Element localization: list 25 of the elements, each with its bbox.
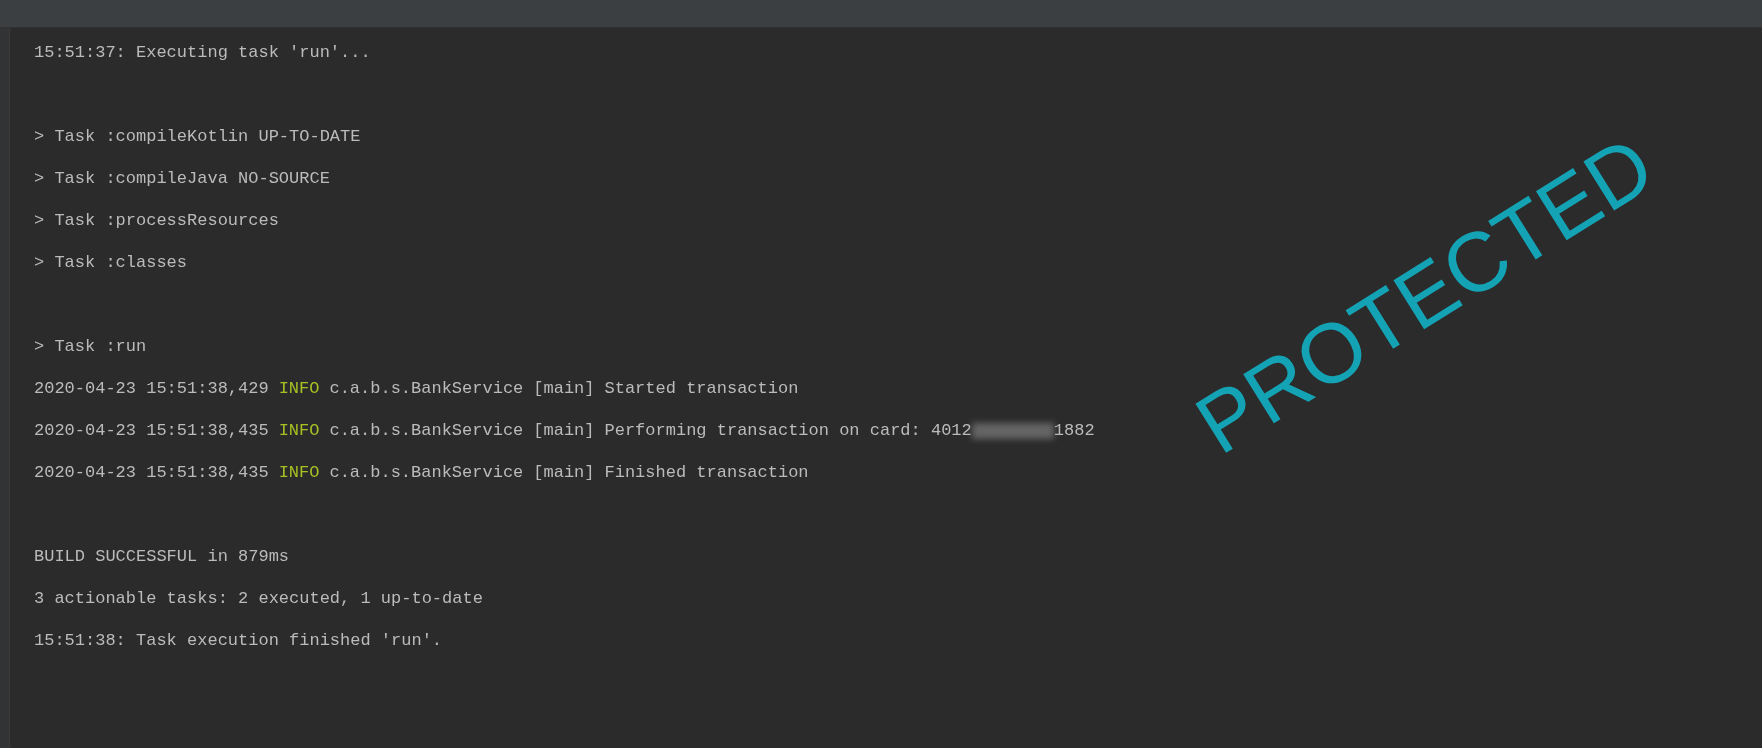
log-level: INFO bbox=[278, 420, 320, 442]
logger-name: c.a.b.s.BankService bbox=[329, 462, 524, 484]
console-line: > Task :classes bbox=[34, 252, 188, 274]
log-message: Finished transaction bbox=[604, 462, 809, 484]
thread-name: [main] bbox=[533, 420, 595, 442]
card-digits: 1882 bbox=[1053, 420, 1095, 442]
log-message: Performing transaction on card: 4012 bbox=[604, 420, 972, 442]
log-timestamp: 2020-04-23 15:51:38,435 bbox=[34, 462, 269, 484]
console-line: 15:51:38: Task execution finished 'run'. bbox=[34, 630, 443, 652]
console-line: > Task :run bbox=[34, 336, 147, 358]
log-level: INFO bbox=[278, 462, 320, 484]
console-line: > Task :processResources bbox=[34, 210, 279, 232]
console-line: 3 actionable tasks: 2 executed, 1 up-to-date bbox=[34, 588, 483, 610]
console-line: BUILD SUCCESSFUL in 879ms bbox=[34, 546, 290, 568]
thread-name: [main] bbox=[533, 462, 595, 484]
log-level: INFO bbox=[278, 378, 320, 400]
logger-name: c.a.b.s.BankService bbox=[329, 378, 524, 400]
thread-name: [main] bbox=[533, 378, 595, 400]
log-timestamp: 2020-04-23 15:51:38,435 bbox=[34, 420, 269, 442]
console-line: > Task :compileKotlin UP-TO-DATE bbox=[34, 126, 361, 148]
console-line: 15:51:37: Executing task 'run'... bbox=[34, 42, 371, 64]
logger-name: c.a.b.s.BankService bbox=[329, 420, 524, 442]
log-timestamp: 2020-04-23 15:51:38,429 bbox=[34, 378, 269, 400]
log-message: Started transaction bbox=[604, 378, 799, 400]
console-line: > Task :compileJava NO-SOURCE bbox=[34, 168, 330, 190]
